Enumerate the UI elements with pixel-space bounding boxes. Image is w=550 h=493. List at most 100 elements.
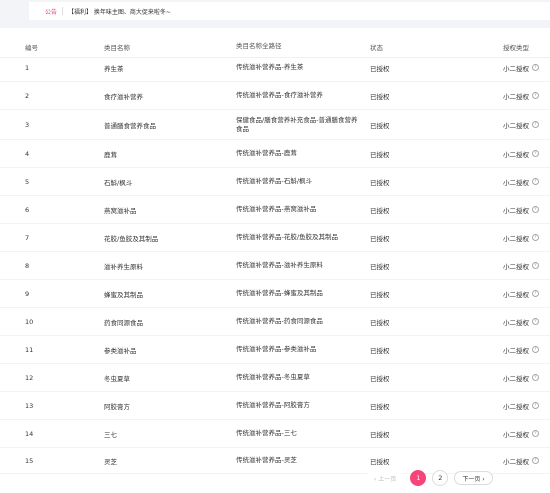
row-auth-type: 小二授权? [503, 401, 539, 411]
question-circle-icon[interactable]: ? [532, 318, 539, 325]
header-name: 类目名称 [104, 43, 130, 52]
row-category-path: 传统滋补营养品-蜂蜜及其制品 [236, 289, 323, 297]
row-category-name: 石斛/枫斗 [104, 178, 133, 187]
question-circle-icon[interactable]: ? [532, 430, 539, 437]
row-auth-type: 小二授权? [503, 261, 539, 271]
table-row: 9 蜂蜜及其制品 传统滋补营养品-蜂蜜及其制品 已授权 小二授权? [0, 280, 550, 308]
pagination: ‹ 上一页 1 2 下一页 › [366, 470, 493, 486]
table-row: 7 花胶/鱼胶及其制品 传统滋补营养品-花胶/鱼胶及其制品 已授权 小二授权? [0, 224, 550, 252]
row-auth-label: 小二授权 [503, 234, 529, 243]
question-circle-icon[interactable]: ? [532, 346, 539, 353]
table-row: 3 普通膳食营养食品 保健食品/膳食营养补充食品-普通膳食营养食品 已授权 小二授权? [0, 110, 550, 140]
row-auth-type: 小二授权? [503, 149, 539, 159]
row-status: 已授权 [370, 430, 390, 439]
header-path: 类目名称全路径 [236, 42, 282, 50]
question-circle-icon[interactable]: ? [532, 178, 539, 185]
row-category-name: 滋补养生原料 [104, 262, 143, 271]
question-circle-icon[interactable]: ? [532, 150, 539, 157]
row-category-path: 传统滋补营养品-三七 [236, 429, 297, 437]
question-circle-icon[interactable]: ? [532, 457, 539, 464]
row-auth-label: 小二授权 [503, 121, 529, 130]
row-auth-type: 小二授权? [503, 177, 539, 187]
row-auth-label: 小二授权 [503, 150, 529, 159]
question-circle-icon[interactable]: ? [532, 262, 539, 269]
row-auth-label: 小二授权 [503, 457, 529, 466]
row-status: 已授权 [370, 262, 390, 271]
row-auth-label: 小二授权 [503, 430, 529, 439]
row-status: 已授权 [370, 457, 390, 466]
row-id: 2 [25, 91, 30, 100]
row-id: 7 [25, 233, 30, 242]
page-2-button[interactable]: 2 [432, 470, 449, 486]
row-auth-type: 小二授权? [503, 373, 539, 383]
row-category-path: 传统滋补营养品-阿胶膏方 [236, 401, 310, 409]
row-auth-label: 小二授权 [503, 346, 529, 355]
row-category-path: 传统滋补营养品-花胶/鱼胶及其制品 [236, 233, 339, 241]
row-category-name: 食疗滋补营养 [104, 92, 143, 101]
question-circle-icon[interactable]: ? [532, 121, 539, 128]
row-auth-label: 小二授权 [503, 374, 529, 383]
row-category-path: 传统滋补营养品-石斛/枫斗 [236, 177, 313, 185]
row-status: 已授权 [370, 318, 390, 327]
row-category-path: 传统滋补营养品-灵芝 [236, 456, 297, 464]
question-circle-icon[interactable]: ? [532, 234, 539, 241]
table-row: 12 冬虫夏草 传统滋补营养品-冬虫夏草 已授权 小二授权? [0, 364, 550, 392]
notice-content[interactable]: 公告 【福利】 换年味主图、商大促来啦冬~ [29, 2, 550, 20]
row-status: 已授权 [370, 150, 390, 159]
question-circle-icon[interactable]: ? [532, 206, 539, 213]
row-auth-label: 小二授权 [503, 206, 529, 215]
row-status: 已授权 [370, 206, 390, 215]
row-status: 已授权 [370, 402, 390, 411]
row-id: 10 [25, 317, 34, 326]
row-id: 13 [25, 401, 34, 410]
row-category-path: 传统滋补营养品-鹿茸 [236, 149, 297, 157]
page-1-button[interactable]: 1 [410, 470, 427, 486]
row-category-name: 阿胶膏方 [104, 402, 130, 411]
next-page-button[interactable]: 下一页 › [454, 471, 493, 485]
row-category-path: 传统滋补营养品-食疗滋补营养 [236, 91, 323, 99]
row-category-name: 蜂蜜及其制品 [104, 290, 143, 299]
row-auth-type: 小二授权? [503, 91, 539, 101]
row-status: 已授权 [370, 346, 390, 355]
question-circle-icon[interactable]: ? [532, 92, 539, 99]
table-row: 5 石斛/枫斗 传统滋补营养品-石斛/枫斗 已授权 小二授权? [0, 168, 550, 196]
row-id: 15 [25, 456, 34, 465]
row-category-name: 养生茶 [104, 64, 124, 73]
row-category-path: 保健食品/膳食营养补充食品-普通膳食营养食品 [236, 115, 358, 133]
row-auth-type: 小二授权? [503, 120, 539, 130]
question-circle-icon[interactable]: ? [532, 64, 539, 71]
notice-divider [62, 7, 64, 15]
row-status: 已授权 [370, 234, 390, 243]
row-category-name: 花胶/鱼胶及其制品 [104, 234, 159, 243]
prev-page-button[interactable]: ‹ 上一页 [366, 471, 405, 485]
row-auth-type: 小二授权? [503, 63, 539, 73]
row-status: 已授权 [370, 178, 390, 187]
row-status: 已授权 [370, 374, 390, 383]
row-auth-label: 小二授权 [503, 402, 529, 411]
question-circle-icon[interactable]: ? [532, 374, 539, 381]
category-table-card: 编号 类目名称 类目名称全路径 状态 授权类型 1 养生茶 传统滋补营养品-养生茶已… [0, 28, 550, 493]
row-status: 已授权 [370, 121, 390, 130]
row-auth-type: 小二授权? [503, 205, 539, 215]
row-status: 已授权 [370, 92, 390, 101]
row-id: 3 [25, 120, 30, 129]
notice-label: 公告 [45, 8, 58, 16]
question-circle-icon[interactable]: ? [532, 290, 539, 297]
table-row: 4 鹿茸 传统滋补营养品-鹿茸 已授权 小二授权? [0, 140, 550, 168]
row-id: 1 [25, 63, 30, 72]
row-auth-label: 小二授权 [503, 92, 529, 101]
table-row: 6 燕窝滋补品 传统滋补营养品-燕窝滋补品 已授权 小二授权? [0, 196, 550, 224]
row-auth-label: 小二授权 [503, 290, 529, 299]
row-status: 已授权 [370, 64, 390, 73]
question-circle-icon[interactable]: ? [532, 402, 539, 409]
row-category-path: 传统滋补营养品-养生茶 [236, 63, 304, 71]
row-category-name: 鹿茸 [104, 150, 117, 159]
notice-bar: 公告 【福利】 换年味主图、商大促来啦冬~ [0, 0, 550, 26]
notice-text[interactable]: 【福利】 换年味主图、商大促来啦冬~ [68, 7, 171, 16]
row-id: 8 [25, 261, 30, 270]
row-category-path: 传统滋补营养品-冬虫夏草 [236, 373, 310, 381]
row-category-name: 灵芝 [104, 457, 117, 466]
row-category-path: 传统滋补营养品-参类滋补品 [236, 345, 317, 353]
row-auth-label: 小二授权 [503, 178, 529, 187]
header-status: 状态 [370, 43, 383, 52]
